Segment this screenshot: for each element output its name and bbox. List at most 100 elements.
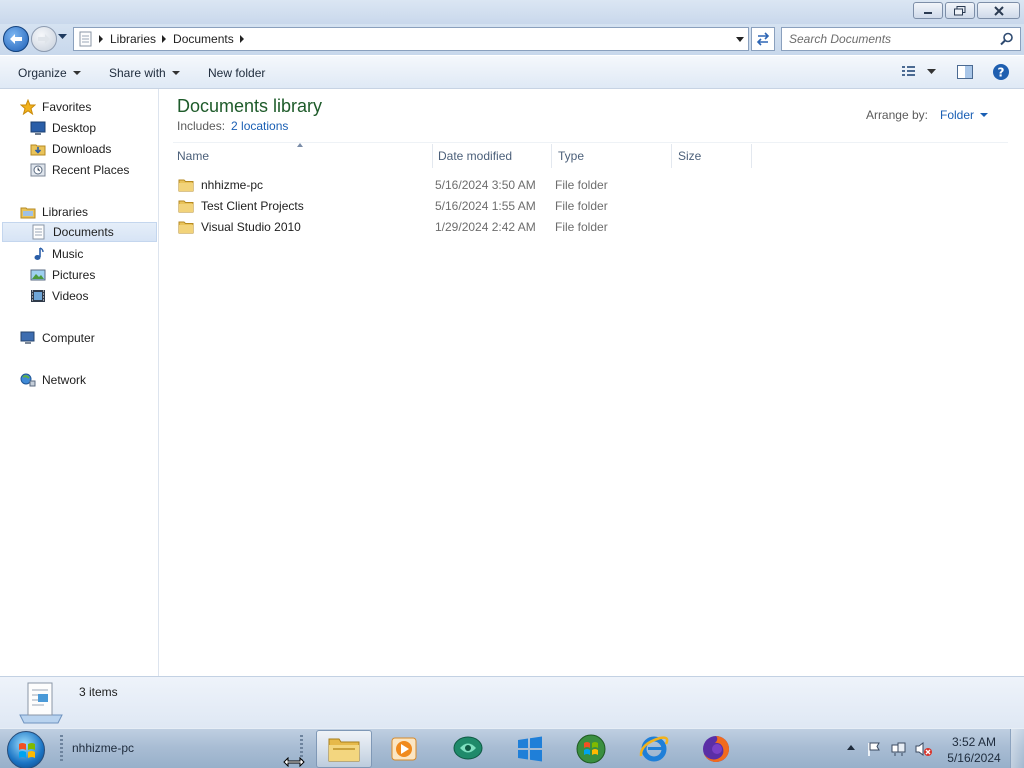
taskbar-app-windows[interactable] xyxy=(502,730,558,768)
nav-item-label: Downloads xyxy=(52,142,112,156)
nav-libraries-label: Libraries xyxy=(42,205,89,219)
file-type: File folder xyxy=(555,219,608,234)
action-center-flag-icon[interactable] xyxy=(866,741,882,757)
network-status-icon[interactable] xyxy=(891,741,907,757)
file-name-cell: nhhizme-pc xyxy=(173,178,435,192)
address-bar[interactable]: Libraries Documents xyxy=(73,27,749,51)
restore-button[interactable] xyxy=(945,2,975,19)
refresh-button[interactable] xyxy=(751,27,775,51)
file-name-cell: Visual Studio 2010 xyxy=(173,220,435,234)
file-row[interactable]: Test Client Projects 5/16/2024 1:55 AM F… xyxy=(173,195,733,216)
libraries-icon xyxy=(20,207,36,219)
refresh-icon xyxy=(756,32,770,46)
back-arrow-icon xyxy=(10,34,22,44)
help-icon[interactable]: ? xyxy=(992,63,1010,81)
close-icon xyxy=(993,5,1004,16)
forward-button[interactable] xyxy=(31,26,57,52)
nav-item-music[interactable]: Music xyxy=(30,244,83,264)
share-with-label: Share with xyxy=(109,66,166,80)
file-row[interactable]: nhhizme-pc 5/16/2024 3:50 AM File folder xyxy=(173,174,733,195)
taskbar-app-media-player[interactable] xyxy=(376,730,432,768)
command-bar: Organize Share with New folder ? xyxy=(0,55,1024,89)
documents-library-large-icon xyxy=(19,682,63,724)
firefox-icon xyxy=(703,736,729,762)
view-options-dropdown-icon[interactable] xyxy=(927,69,936,75)
pictures-icon xyxy=(30,269,46,281)
arrange-by-dropdown[interactable]: Folder xyxy=(940,108,988,122)
nav-item-downloads[interactable]: Downloads xyxy=(30,139,111,159)
library-title: Documents library xyxy=(177,96,323,116)
search-input[interactable] xyxy=(789,31,989,47)
breadcrumb-arrow-icon[interactable] xyxy=(99,35,103,43)
includes-label: Includes: xyxy=(177,119,226,133)
column-header-size[interactable]: Size xyxy=(672,144,752,168)
arrange-by: Arrange by: Folder xyxy=(866,108,988,122)
file-type: File folder xyxy=(555,177,608,192)
nav-item-documents[interactable]: Documents xyxy=(2,222,157,242)
star-icon xyxy=(20,99,36,115)
back-button[interactable] xyxy=(3,26,29,52)
windows-logo-icon xyxy=(19,743,35,758)
windows-explorer-icon xyxy=(328,738,360,762)
includes-line: Includes: 2 locations xyxy=(177,119,288,133)
recent-pages-dropdown-icon[interactable] xyxy=(58,34,67,40)
restore-icon xyxy=(954,5,966,15)
show-hidden-icons-button[interactable] xyxy=(847,745,855,750)
includes-locations-link[interactable]: 2 locations xyxy=(231,119,288,133)
media-player-icon xyxy=(391,737,417,761)
start-button[interactable] xyxy=(7,731,45,768)
nav-item-label: Videos xyxy=(52,289,89,303)
search-icon[interactable] xyxy=(1000,32,1014,46)
computer-icon xyxy=(20,331,35,344)
nav-computer[interactable]: Computer xyxy=(20,328,95,348)
chevron-down-icon xyxy=(171,71,180,75)
column-header-name[interactable]: Name xyxy=(171,144,433,168)
nav-item-recent-places[interactable]: Recent Places xyxy=(30,160,129,180)
nav-computer-label: Computer xyxy=(42,331,95,345)
file-name: nhhizme-pc xyxy=(201,177,264,192)
file-row[interactable]: Visual Studio 2010 1/29/2024 2:42 AM Fil… xyxy=(173,216,733,237)
search-box[interactable] xyxy=(781,27,1021,51)
taskbar-app-internet-explorer[interactable] xyxy=(626,730,682,768)
nav-item-label: Recent Places xyxy=(52,163,130,177)
nav-network[interactable]: Network xyxy=(20,370,86,390)
volume-muted-icon[interactable] xyxy=(915,741,933,757)
nav-libraries[interactable]: Libraries xyxy=(20,202,88,222)
content-pane: Documents library Includes: 2 locations A… xyxy=(159,89,1024,676)
file-date: 1/29/2024 2:42 AM xyxy=(435,219,536,234)
breadcrumb-documents[interactable]: Documents xyxy=(173,32,234,46)
share-with-button[interactable]: Share with xyxy=(109,66,180,80)
nav-favorites[interactable]: Favorites xyxy=(20,97,91,117)
taskbar-app-windows-orb[interactable] xyxy=(563,730,619,768)
minimize-button[interactable] xyxy=(913,2,943,19)
nav-item-label: Documents xyxy=(53,225,114,239)
item-count: 3 items xyxy=(79,685,118,699)
recent-places-icon xyxy=(30,163,46,177)
new-folder-button[interactable]: New folder xyxy=(208,66,265,80)
column-header-date-modified[interactable]: Date modified xyxy=(432,144,552,168)
nav-item-desktop[interactable]: Desktop xyxy=(30,118,96,138)
breadcrumb-arrow-icon[interactable] xyxy=(162,35,167,43)
column-header-type[interactable]: Type xyxy=(552,144,672,168)
breadcrumb-arrow-icon[interactable] xyxy=(239,35,244,43)
nav-favorites-label: Favorites xyxy=(42,100,92,114)
documents-icon xyxy=(32,224,45,240)
organize-button[interactable]: Organize xyxy=(18,66,81,80)
arrange-by-value: Folder xyxy=(939,108,974,122)
system-clock[interactable]: 3:52 AM 5/16/2024 xyxy=(942,734,1006,766)
details-pane: 3 items xyxy=(0,676,1024,728)
toolbar-grip[interactable] xyxy=(60,735,63,763)
close-button[interactable] xyxy=(977,2,1020,19)
taskbar-app-explorer[interactable] xyxy=(316,730,372,768)
taskbar-app-chat[interactable] xyxy=(440,730,496,768)
nav-item-videos[interactable]: Videos xyxy=(30,286,88,306)
nav-item-pictures[interactable]: Pictures xyxy=(30,265,95,285)
preview-pane-icon[interactable] xyxy=(957,64,973,80)
breadcrumb-libraries[interactable]: Libraries xyxy=(110,32,156,46)
show-desktop-button[interactable] xyxy=(1010,729,1024,768)
address-dropdown-icon[interactable] xyxy=(736,37,744,42)
taskbar-toolbar-label[interactable]: nhhizme-pc xyxy=(72,741,134,755)
desktop-icon xyxy=(30,121,46,135)
change-view-icon[interactable] xyxy=(901,64,917,78)
taskbar-app-firefox[interactable] xyxy=(688,730,744,768)
